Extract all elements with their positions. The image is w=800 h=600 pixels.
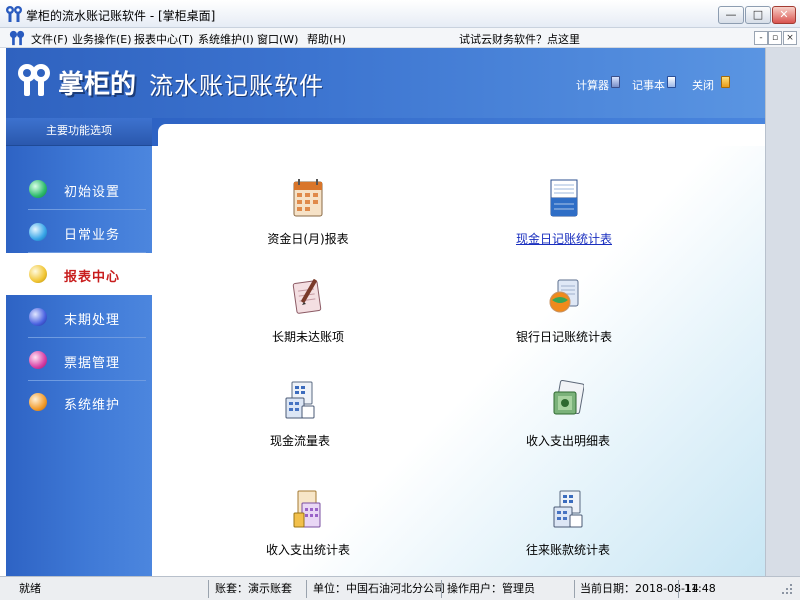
main-top-bar-inner <box>158 124 765 146</box>
status-bar: 就绪 账套：演示账套 单位：中国石油河北分公司 操作用户：管理员 当前日期：20… <box>0 576 800 600</box>
menu-business[interactable]: 业务操作(E) <box>72 31 132 47</box>
document-stats-icon <box>293 490 321 528</box>
app-logo-icon <box>6 6 22 22</box>
notepad-pen-icon <box>292 279 322 314</box>
sidebar-item-label: 系统维护 <box>64 398 121 413</box>
sidebar-item-label: 报表中心 <box>64 270 121 285</box>
green-ball-icon <box>29 180 47 198</box>
brand-name-bold: 掌柜的 <box>58 70 137 100</box>
notepad-icon[interactable] <box>667 76 676 88</box>
calculator-link[interactable]: 计算器 <box>576 77 609 93</box>
right-frame-strip <box>765 48 800 576</box>
menu-bar: 文件(F) 业务操作(E) 报表中心(T) 系统维护(I) 窗口(W) 帮助(H… <box>0 28 800 48</box>
report-tile-fund-daily[interactable]: 资金日(月)报表 <box>208 178 408 258</box>
sidebar-item-report-center[interactable]: 报表中心 <box>6 253 152 295</box>
bank-globe-icon <box>549 279 579 313</box>
ledger-book-icon <box>550 179 578 217</box>
spreadsheet-stack-icon <box>553 490 583 528</box>
indigo-ball-icon <box>29 308 47 326</box>
spreadsheet-stack-icon <box>285 381 315 419</box>
minimize-button[interactable]: — <box>718 6 744 24</box>
close-window-button[interactable]: ✕ <box>772 6 796 24</box>
report-tile-label[interactable]: 往来账款统计表 <box>468 541 668 558</box>
status-divider <box>678 580 679 598</box>
status-divider <box>306 580 307 598</box>
close-link[interactable]: 关闭 <box>692 77 714 93</box>
mdi-minimize-button[interactable]: - <box>754 31 768 45</box>
sidebar-item-label: 日常业务 <box>64 228 121 243</box>
title-bar[interactable]: 掌柜的流水账记账软件 - [掌柜桌面] — □ ✕ <box>0 0 800 28</box>
sidebar-item-initial-setup[interactable]: 初始设置 <box>6 168 152 210</box>
sidebar-item-period-end[interactable]: 末期处理 <box>6 296 152 338</box>
sidebar-item-label: 初始设置 <box>64 185 121 200</box>
calculator-icon[interactable] <box>611 76 620 88</box>
status-account-set: 账套：演示账套 <box>215 582 292 595</box>
report-tile-label[interactable]: 现金日记账统计表 <box>464 230 664 247</box>
mdi-close-button[interactable]: × <box>783 31 797 45</box>
divider <box>28 209 146 210</box>
window-title: 掌柜的流水账记账软件 - [掌柜桌面] <box>26 9 216 23</box>
report-tile-income-expense-stats[interactable]: 收入支出统计表 <box>208 489 408 569</box>
maximize-button[interactable]: □ <box>745 6 771 24</box>
report-tile-bank-journal[interactable]: 银行日记账统计表 <box>464 276 664 356</box>
menu-system[interactable]: 系统维护(I) <box>198 31 254 47</box>
menu-file[interactable]: 文件(F) <box>31 31 68 47</box>
report-tile-income-expense-detail[interactable]: 收入支出明细表 <box>468 380 668 460</box>
menu-reports[interactable]: 报表中心(T) <box>134 31 193 47</box>
status-current-date: 当前日期：2018-08-14 <box>580 582 699 595</box>
sidebar-item-label: 末期处理 <box>64 313 121 328</box>
sidebar-title: 主要功能选项 <box>6 118 152 146</box>
brand-name: 流水账记账软件 <box>149 72 324 100</box>
app-logo-icon <box>9 30 25 46</box>
menu-help[interactable]: 帮助(H) <box>307 31 346 47</box>
status-unit: 单位：中国石油河北分公司 <box>313 582 445 595</box>
header-banner: 掌柜的 流水账记账软件 计算器 记事本 关闭 <box>6 48 765 118</box>
status-time: 11:48 <box>684 582 716 595</box>
sidebar-item-system-maintenance[interactable]: 系统维护 <box>6 381 152 423</box>
sidebar-item-daily-business[interactable]: 日常业务 <box>6 211 152 253</box>
menu-window[interactable]: 窗口(W) <box>257 31 298 47</box>
sidebar-item-label: 票据管理 <box>64 356 121 371</box>
close-icon[interactable] <box>721 76 730 88</box>
sidebar-item-bill-management[interactable]: 票据管理 <box>6 339 152 381</box>
report-tile-cash-journal[interactable]: 现金日记账统计表 <box>464 178 664 258</box>
money-detail-icon <box>553 380 584 415</box>
status-divider <box>574 580 575 598</box>
status-divider <box>208 580 209 598</box>
report-tile-cash-flow[interactable]: 现金流量表 <box>200 380 400 460</box>
orange-ball-icon <box>29 393 47 411</box>
resize-grip-icon[interactable] <box>780 582 794 596</box>
status-operator: 操作用户：管理员 <box>447 582 535 595</box>
brand-logo-icon <box>18 64 50 96</box>
mdi-restore-button[interactable]: ▫ <box>768 31 782 45</box>
report-tile-label[interactable]: 资金日(月)报表 <box>208 230 408 247</box>
report-tile-label[interactable]: 收入支出统计表 <box>208 541 408 558</box>
divider <box>28 337 146 338</box>
report-tile-outstanding-items[interactable]: 长期未达账项 <box>208 276 408 356</box>
report-tile-label[interactable]: 现金流量表 <box>200 432 400 449</box>
report-tile-label[interactable]: 银行日记账统计表 <box>464 328 664 345</box>
notepad-link[interactable]: 记事本 <box>632 77 665 93</box>
cloud-promo-link[interactable]: 试试云财务软件？点这里 <box>459 31 580 47</box>
magenta-ball-icon <box>29 351 47 369</box>
status-ready: 就绪 <box>19 582 41 595</box>
status-divider <box>441 580 442 598</box>
blue-ball-icon <box>29 223 47 241</box>
calendar-report-icon <box>293 179 323 217</box>
report-tile-label[interactable]: 收入支出明细表 <box>468 432 668 449</box>
report-tile-label[interactable]: 长期未达账项 <box>208 328 408 345</box>
report-tile-receivables-payables[interactable]: 往来账款统计表 <box>468 489 668 569</box>
yellow-ball-icon <box>29 265 47 283</box>
